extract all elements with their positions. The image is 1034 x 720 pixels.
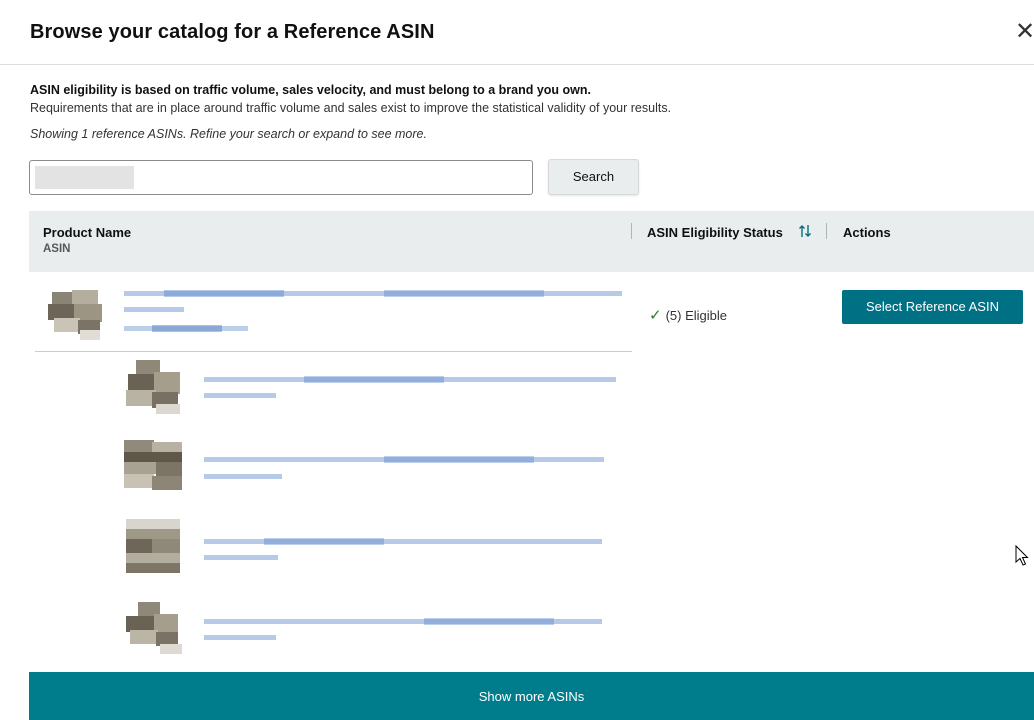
eligibility-info-text: Requirements that are in place around tr… xyxy=(30,101,672,115)
column-header-eligibility-status: ASIN Eligibility Status xyxy=(647,225,783,240)
product-thumbnail xyxy=(44,286,106,342)
modal-title: Browse your catalog for a Reference ASIN xyxy=(30,21,435,43)
product-asin-redacted xyxy=(124,324,248,333)
column-subheader-asin: ASIN xyxy=(43,243,71,255)
variation-asin-redacted xyxy=(204,553,278,562)
eligibility-status-text: (5) Eligible xyxy=(665,308,727,323)
eligibility-info-bold: ASIN eligibility is based on traffic vol… xyxy=(30,83,591,97)
table-header: Product Name ASIN ASIN Eligibility Statu… xyxy=(29,211,1034,272)
variation-thumbnail xyxy=(122,517,184,573)
product-title-redacted-line2[interactable] xyxy=(124,305,184,314)
showing-count-text: Showing 1 reference ASINs. Refine your s… xyxy=(30,127,427,141)
column-header-actions: Actions xyxy=(843,225,891,240)
variation-asin-redacted xyxy=(204,472,282,481)
variation-asin-redacted xyxy=(204,633,276,642)
variation-asin-redacted xyxy=(204,391,276,400)
search-input[interactable] xyxy=(29,160,533,195)
select-reference-asin-button[interactable]: Select Reference ASIN xyxy=(842,290,1023,324)
row-divider xyxy=(35,351,632,352)
search-button[interactable]: Search xyxy=(548,159,639,195)
column-header-product-name: Product Name xyxy=(43,225,132,240)
redacted-search-value xyxy=(35,166,134,189)
variation-title-redacted[interactable] xyxy=(204,537,602,546)
column-divider xyxy=(631,223,632,239)
check-icon: ✓ xyxy=(649,307,662,324)
column-divider xyxy=(826,223,827,239)
show-more-asins-button[interactable]: Show more ASINs xyxy=(29,672,1034,720)
product-title-redacted[interactable] xyxy=(124,289,622,298)
variation-title-redacted[interactable] xyxy=(204,455,624,464)
variation-thumbnail xyxy=(122,438,184,494)
variation-title-redacted[interactable] xyxy=(204,375,616,384)
sort-arrows-icon[interactable] xyxy=(797,222,813,240)
variation-title-redacted[interactable] xyxy=(204,617,602,626)
close-icon[interactable]: ✕ xyxy=(1012,18,1034,46)
modal-header: Browse your catalog for a Reference ASIN… xyxy=(0,0,1034,65)
variation-thumbnail xyxy=(122,600,184,656)
eligibility-status: ✓ (5) Eligible xyxy=(649,306,727,324)
mouse-cursor-icon xyxy=(1015,544,1029,567)
variation-thumbnail xyxy=(122,358,184,414)
